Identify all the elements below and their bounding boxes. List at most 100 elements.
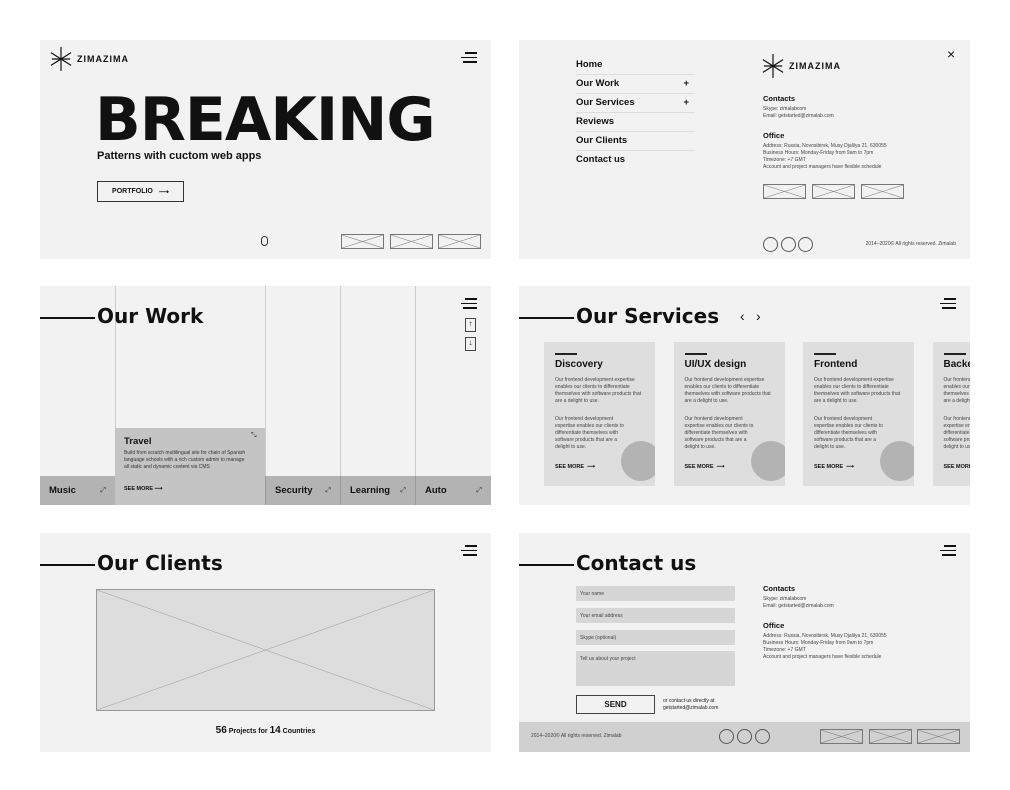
copyright: 2014–2020© All rights reserved. Zimalab <box>531 733 622 739</box>
social-icon[interactable] <box>719 729 734 744</box>
office-block: Office Address: Russia, Novosibirsk, Mus… <box>763 131 887 171</box>
brand-name: ZIMAZIMA <box>77 54 129 64</box>
menu-label: Our Clients <box>576 135 628 146</box>
office-heading: Office <box>763 131 785 140</box>
image-placeholder <box>917 729 960 744</box>
see-more-label: SEE MORE <box>814 464 844 470</box>
timezone-text: Timezone: +7 GMT <box>763 647 806 653</box>
menu-item-our-work[interactable]: Our Work + <box>576 75 695 94</box>
service-card[interactable]: Backend Our frontend development experti… <box>932 342 971 486</box>
project-textarea[interactable]: Tell us about your project <box>576 651 735 686</box>
see-more-link[interactable]: SEE MORE ⟶ <box>124 486 162 492</box>
image-placeholder <box>390 234 433 249</box>
see-more-link[interactable]: SEE MORE ⟶ <box>814 464 854 470</box>
arrow-right-icon: ⟶ <box>587 464 595 470</box>
image-placeholder <box>820 729 863 744</box>
see-more-link[interactable]: SEE MORE ⟶ <box>944 464 971 470</box>
title-line <box>40 317 95 319</box>
image-placeholder <box>341 234 384 249</box>
image-placeholder <box>861 184 904 199</box>
collapse-icon[interactable]: ⤡ <box>251 432 257 440</box>
card-text: Build from scratch multilingual site for… <box>124 450 246 470</box>
social-icon[interactable] <box>763 237 778 252</box>
contact-us-slide: Contact us Your name Your email address … <box>519 533 970 752</box>
address-text: Address: Russia, Novosibirsk, Musy Djali… <box>763 143 887 149</box>
social-icon[interactable] <box>737 729 752 744</box>
direct-email-link[interactable]: getstarted@zimalab.com <box>663 705 718 712</box>
menu-icon[interactable] <box>461 545 477 557</box>
category-music[interactable]: Music ⤢ <box>40 476 115 505</box>
category-label: Security <box>275 485 313 496</box>
service-card[interactable]: Frontend Our frontend development expert… <box>803 342 914 486</box>
card-line <box>814 353 836 355</box>
name-input[interactable]: Your name <box>576 586 735 601</box>
skype-text: Skype: zimalabcom <box>763 596 807 602</box>
plus-icon[interactable]: + <box>683 97 689 112</box>
chevron-left-icon[interactable]: ‹ <box>740 308 745 324</box>
our-services-slide: Our Services ‹ › Discovery Our frontend … <box>519 286 970 505</box>
arrow-down-button[interactable]: ↓ <box>465 337 476 351</box>
menu-label: Our Work <box>576 78 620 89</box>
skype-input[interactable]: Skype (optional) <box>576 630 735 645</box>
footer: 2014–2020© All rights reserved. Zimalab <box>519 722 970 752</box>
email-link[interactable]: Email: getstarted@zimalab.com <box>763 113 834 120</box>
see-more-label: SEE MORE <box>124 486 154 492</box>
category-learning[interactable]: Learning ⤢ <box>340 476 415 505</box>
skype-text: Skype: zimalabcom <box>763 106 807 112</box>
email-link[interactable]: Email: getstarted@zimalab.com <box>763 603 834 610</box>
menu-item-our-clients[interactable]: Our Clients <box>576 132 695 151</box>
copyright: 2014–2020© All rights reserved. Zimalab <box>865 241 956 247</box>
expand-icon: ⤢ <box>400 486 406 494</box>
menu-item-our-services[interactable]: Our Services + <box>576 94 695 113</box>
expand-icon: ⤢ <box>325 486 331 494</box>
see-more-link[interactable]: SEE MORE ⟶ <box>685 464 725 470</box>
service-card[interactable]: UI/UX design Our frontend development ex… <box>673 342 785 486</box>
office-heading: Office <box>763 621 785 630</box>
projects-label: Projects for <box>228 728 268 735</box>
category-auto[interactable]: Auto ⤢ <box>415 476 491 505</box>
menu-item-reviews[interactable]: Reviews <box>576 113 695 132</box>
card-title: Travel <box>124 436 152 447</box>
card-title: Discovery <box>555 359 603 370</box>
send-button[interactable]: SEND <box>576 695 655 714</box>
menu-icon[interactable] <box>940 545 956 557</box>
direct-contact: or contact us directly at getstarted@zima… <box>663 698 718 712</box>
card-text: Our frontend development expertise enabl… <box>943 416 971 450</box>
social-icon[interactable] <box>781 237 796 252</box>
card-title: UI/UX design <box>684 359 747 370</box>
card-text: Our frontend development expertise enabl… <box>943 377 971 404</box>
service-card[interactable]: Discovery Our frontend development exper… <box>544 342 655 486</box>
clients-image-placeholder <box>96 589 435 711</box>
plus-icon[interactable]: + <box>683 78 689 93</box>
portfolio-button[interactable]: PORTFOLIO ⟶ <box>97 181 184 202</box>
schedule-text: Account and project managers have flexib… <box>763 164 882 170</box>
hero-slide: ZIMAZIMA BREAKING Patterns with cuctom w… <box>40 40 491 259</box>
image-placeholder <box>869 729 912 744</box>
arrow-right-icon: ⟶ <box>158 188 169 196</box>
menu-icon[interactable] <box>940 298 956 310</box>
social-icon[interactable] <box>755 729 770 744</box>
logo[interactable]: ZIMAZIMA <box>762 54 841 78</box>
chevron-right-icon[interactable]: › <box>756 308 761 324</box>
image-placeholder <box>812 184 855 199</box>
menu-icon[interactable] <box>461 298 477 310</box>
menu-item-contact-us[interactable]: Contact us <box>576 151 695 170</box>
featured-work-card[interactable]: ⤡ Travel Build from scratch multilingual… <box>115 428 265 505</box>
menu-label: Home <box>576 59 603 70</box>
close-icon[interactable]: × <box>947 46 955 62</box>
category-security[interactable]: Security ⤢ <box>265 476 340 505</box>
arrow-up-button[interactable]: ↑ <box>465 318 476 332</box>
menu-label: Reviews <box>576 116 615 127</box>
social-icon[interactable] <box>798 237 813 252</box>
menu-icon[interactable] <box>461 52 477 64</box>
email-input[interactable]: Your email address <box>576 608 735 623</box>
category-label: Auto <box>425 485 447 496</box>
see-more-link[interactable]: SEE MORE ⟶ <box>555 464 595 470</box>
logo[interactable]: ZIMAZIMA <box>50 47 129 71</box>
office-block: Office Address: Russia, Novosibirsk, Mus… <box>763 621 887 661</box>
card-title: Backend <box>943 359 971 370</box>
section-title: Our Clients <box>97 551 223 575</box>
menu-item-home[interactable]: Home <box>576 56 695 75</box>
contacts-block: Contacts Skype: zimalabcom Email: getsta… <box>763 584 834 610</box>
clients-stats: 56 Projects for 14 Countries <box>40 725 491 736</box>
